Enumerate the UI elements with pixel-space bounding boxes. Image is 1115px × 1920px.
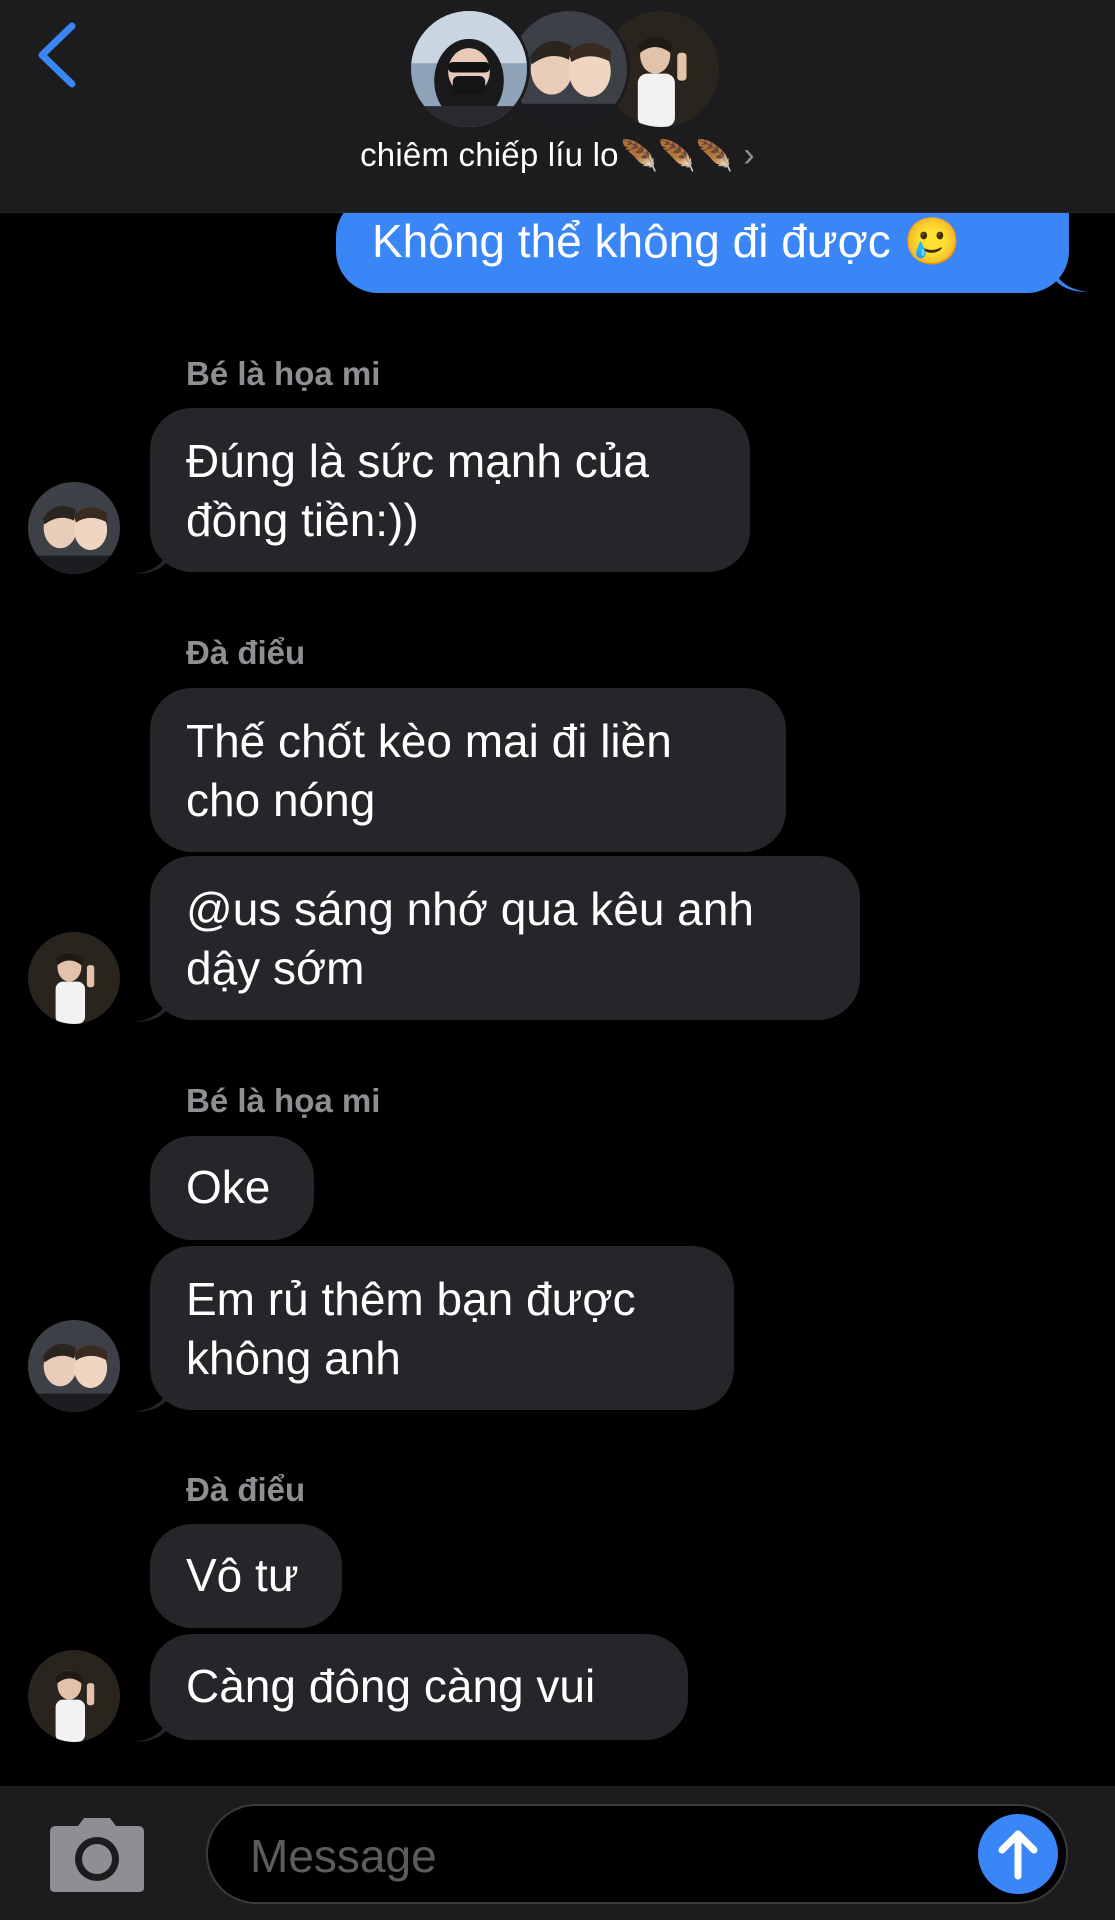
bubble-tail	[134, 1382, 170, 1412]
message-bubble[interactable]: @us sáng nhớ qua kêu anh dậy sớm	[150, 856, 860, 1020]
arrow-up-icon	[998, 1830, 1038, 1880]
avatar-be-la-hoa-mi[interactable]	[28, 1320, 120, 1412]
camera-icon	[50, 1818, 144, 1892]
group-title[interactable]: chiêm chiếp líu lo🪶🪶🪶 ›	[0, 136, 1115, 175]
composer-bar	[0, 1786, 1115, 1920]
message-text: Không thể không đi được 🥲	[372, 215, 961, 267]
bubble-tail	[134, 1712, 170, 1742]
message-bubble[interactable]: Càng đông càng vui	[150, 1634, 688, 1740]
chevron-left-icon	[38, 22, 76, 88]
sender-name: Bé là họa mi	[186, 1082, 381, 1119]
message-bubble[interactable]: Thế chốt kèo mai đi liền cho nóng	[150, 688, 786, 852]
message-input[interactable]	[248, 1828, 952, 1884]
bubble-tail	[134, 992, 170, 1022]
message-text-line: Thế chốt kèo mai đi liền	[186, 715, 672, 767]
feather-decoration: 🪶🪶🪶	[620, 140, 734, 173]
sender-name: Đà điểu	[186, 634, 306, 671]
group-title-text: chiêm chiếp líu lo	[360, 136, 619, 173]
message-bubble[interactable]: Vô tư	[150, 1524, 342, 1628]
chat-header: chiêm chiếp líu lo🪶🪶🪶 ›	[0, 0, 1115, 213]
message-text-line: Em rủ thêm bạn được	[186, 1273, 636, 1325]
message-bubble[interactable]: Đúng là sức mạnh của đồng tiền:))	[150, 408, 750, 572]
message-text: Càng đông càng vui	[186, 1660, 596, 1712]
bubble-tail	[134, 544, 170, 574]
message-bubble[interactable]: Em rủ thêm bạn được không anh	[150, 1246, 734, 1410]
bubble-tail	[1052, 262, 1088, 292]
message-text-line: Đúng là sức mạnh của	[186, 435, 649, 487]
back-button[interactable]	[30, 20, 90, 90]
chevron-right-icon: ›	[743, 136, 755, 174]
message-text-line: @us sáng nhớ qua kêu anh	[186, 883, 754, 935]
message-text-line: dậy sớm	[186, 942, 365, 994]
avatar-da-dieu[interactable]	[28, 1650, 120, 1742]
message-bubble[interactable]: Oke	[150, 1136, 314, 1240]
send-button[interactable]	[978, 1814, 1058, 1894]
camera-button[interactable]	[48, 1816, 146, 1894]
message-text: Oke	[186, 1161, 271, 1213]
avatar-be-la-hoa-mi[interactable]	[28, 482, 120, 574]
group-avatar-stack[interactable]	[408, 8, 722, 130]
message-text: Vô tư	[186, 1549, 299, 1601]
sender-name: Bé là họa mi	[186, 355, 381, 392]
message-text-line: đồng tiền:))	[186, 494, 419, 546]
message-text-line: không anh	[186, 1332, 401, 1384]
sender-name: Đà điểu	[186, 1471, 306, 1508]
group-avatar-1	[408, 8, 530, 130]
avatar-da-dieu[interactable]	[28, 932, 120, 1024]
message-field	[206, 1804, 1068, 1904]
chat-screen: chiêm chiếp líu lo🪶🪶🪶 › Không thể không đ…	[0, 0, 1115, 1920]
message-text-line: cho nóng	[186, 774, 376, 826]
